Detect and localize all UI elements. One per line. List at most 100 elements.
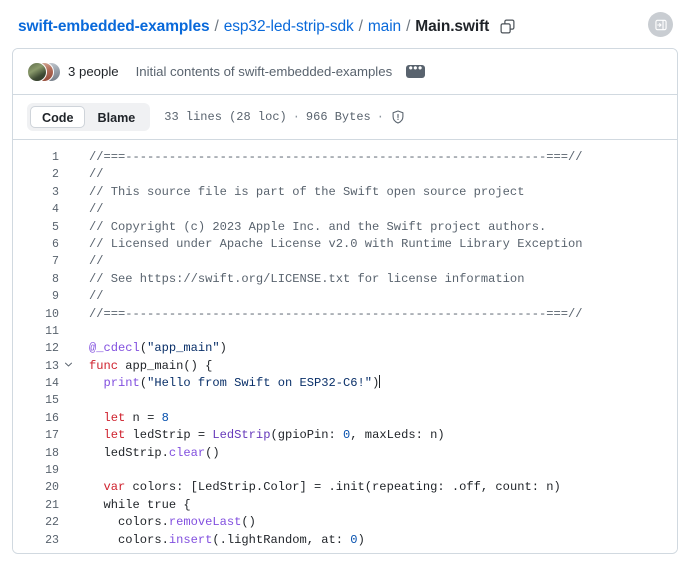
code-line-text[interactable]: ledStrip.clear() <box>77 445 677 462</box>
code-token: colors. <box>89 515 169 530</box>
code-token: () <box>241 515 256 530</box>
code-token: ledStrip. <box>89 445 169 460</box>
avatar-stack[interactable] <box>27 61 61 82</box>
code-line-text[interactable]: // Copyright (c) 2023 Apple Inc. and the… <box>77 219 677 236</box>
ellipsis-glyph: ••• <box>408 61 423 75</box>
code-line-text[interactable]: let ledStrip = LedStrip(gpioPin: 0, maxL… <box>77 427 677 444</box>
code-line: 5 // Copyright (c) 2023 Apple Inc. and th… <box>13 219 677 236</box>
code-line: 11 <box>13 323 677 340</box>
breadcrumb-separator: / <box>358 17 363 35</box>
code-line: 19 <box>13 462 677 479</box>
tab-code[interactable]: Code <box>30 106 86 128</box>
line-number[interactable]: 15 <box>13 392 59 409</box>
code-blame-segmented-control: Code Blame <box>27 103 151 131</box>
code-token: "app_main" <box>147 341 220 356</box>
copy-path-icon[interactable] <box>496 15 518 37</box>
code-line: 10 //===---------------------------------… <box>13 306 677 323</box>
line-number[interactable]: 22 <box>13 514 59 531</box>
code-token: ( <box>139 341 148 356</box>
file-meta: 33 lines (28 loc) · 966 Bytes · <box>164 110 405 124</box>
line-number[interactable]: 18 <box>13 445 59 462</box>
line-number[interactable]: 7 <box>13 253 59 270</box>
code-line-text[interactable]: func app_main() { <box>77 358 677 375</box>
line-number[interactable]: 13 <box>13 358 59 375</box>
code-line-text[interactable]: //===-----------------------------------… <box>77 149 677 166</box>
code-token: print <box>103 376 140 391</box>
code-token: // Copyright (c) 2023 Apple Inc. and the… <box>89 219 547 234</box>
line-number[interactable]: 4 <box>13 201 59 218</box>
code-line: 3 // This source file is part of the Swif… <box>13 184 677 201</box>
shield-warning-icon[interactable] <box>391 110 405 124</box>
code-line-text[interactable]: colors.insert(.lightRandom, at: 0) <box>77 532 677 549</box>
breadcrumb-folder-esp32-led-strip-sdk[interactable]: esp32-led-strip-sdk <box>224 18 354 36</box>
code-line-text[interactable]: while true { <box>77 497 677 514</box>
code-line: 14 print("Hello from Swift on ESP32-C6!"… <box>13 375 677 392</box>
file-view-page: swift-embedded-examples / esp32-led-stri… <box>0 0 690 561</box>
code-line-text[interactable]: print("Hello from Swift on ESP32-C6!") <box>77 375 677 392</box>
line-number[interactable]: 5 <box>13 219 59 236</box>
code-line-text[interactable]: // This source file is part of the Swift… <box>77 184 677 201</box>
code-token: 8 <box>161 410 169 425</box>
line-number[interactable]: 19 <box>13 462 59 479</box>
line-number[interactable]: 9 <box>13 288 59 305</box>
tab-blame[interactable]: Blame <box>85 106 147 128</box>
code-token: ) <box>357 532 365 547</box>
code-line-text[interactable]: // Licensed under Apache License v2.0 wi… <box>77 236 677 253</box>
code-token: colors. <box>89 532 169 547</box>
code-line-text[interactable]: // <box>77 288 677 305</box>
commit-details-ellipsis-button[interactable]: ••• <box>406 61 426 78</box>
code-token: ) <box>219 341 227 356</box>
code-line-text[interactable]: // See https://swift.org/LICENSE.txt for… <box>77 271 677 288</box>
breadcrumb-folder-main[interactable]: main <box>368 18 401 36</box>
commit-authors-count[interactable]: 3 people <box>68 64 119 79</box>
line-number[interactable]: 3 <box>13 184 59 201</box>
code-token: n = <box>125 410 162 425</box>
code-line-text[interactable]: colors.removeLast() <box>77 514 677 531</box>
line-number[interactable]: 21 <box>13 497 59 514</box>
code-token: "Hello from Swift on ESP32-C6!" <box>147 376 373 391</box>
line-number[interactable]: 12 <box>13 340 59 357</box>
code-line: 23 colors.insert(.lightRandom, at: 0) <box>13 532 677 549</box>
code-line-text[interactable]: var colors: [LedStrip.Color] = .init(rep… <box>77 479 677 496</box>
code-line-text[interactable]: //===-----------------------------------… <box>77 306 677 323</box>
code-token: // See https://swift.org/LICENSE.txt for… <box>89 271 525 286</box>
code-line: 13 func app_main() { <box>13 358 677 375</box>
code-line: 22 colors.removeLast() <box>13 514 677 531</box>
line-number[interactable]: 2 <box>13 166 59 183</box>
line-number[interactable]: 16 <box>13 410 59 427</box>
code-line-text[interactable]: // <box>77 201 677 218</box>
line-number[interactable]: 14 <box>13 375 59 392</box>
line-number[interactable]: 20 <box>13 479 59 496</box>
line-number[interactable]: 1 <box>13 149 59 166</box>
commit-message[interactable]: Initial contents of swift-embedded-examp… <box>136 64 393 79</box>
avatar <box>27 61 47 82</box>
line-number[interactable]: 23 <box>13 532 59 549</box>
code-line-text[interactable]: @_cdecl("app_main") <box>77 340 677 357</box>
sidebar-expand-icon-button[interactable] <box>648 12 673 37</box>
line-number[interactable]: 11 <box>13 323 59 340</box>
line-number[interactable]: 17 <box>13 427 59 444</box>
code-token: LedStrip <box>212 428 271 443</box>
code-token: ) <box>372 376 380 391</box>
code-token: colors: [LedStrip.Color] = .init(repeati… <box>125 480 561 495</box>
line-number[interactable]: 6 <box>13 236 59 253</box>
line-number[interactable]: 8 <box>13 271 59 288</box>
code-token: () <box>205 445 220 460</box>
code-line: 6 // Licensed under Apache License v2.0 w… <box>13 236 677 253</box>
breadcrumb-repo-link[interactable]: swift-embedded-examples <box>18 18 210 36</box>
meta-separator-dot: · <box>292 110 300 124</box>
file-toolbar: Code Blame 33 lines (28 loc) · 966 Bytes… <box>13 95 677 140</box>
line-number[interactable]: 10 <box>13 306 59 323</box>
code-line: 17 let ledStrip = LedStrip(gpioPin: 0, m… <box>13 427 677 444</box>
code-line-text[interactable]: // <box>77 166 677 183</box>
code-token: func <box>89 358 119 373</box>
code-line-text[interactable]: let n = 8 <box>77 410 677 427</box>
code-line-text[interactable]: // <box>77 253 677 270</box>
code-line: 21 while true { <box>13 497 677 514</box>
file-size: 966 Bytes <box>305 110 371 124</box>
chevron-down-icon[interactable] <box>59 358 77 375</box>
code-line: 20 var colors: [LedStrip.Color] = .init(… <box>13 479 677 496</box>
code-line: 15 <box>13 392 677 409</box>
